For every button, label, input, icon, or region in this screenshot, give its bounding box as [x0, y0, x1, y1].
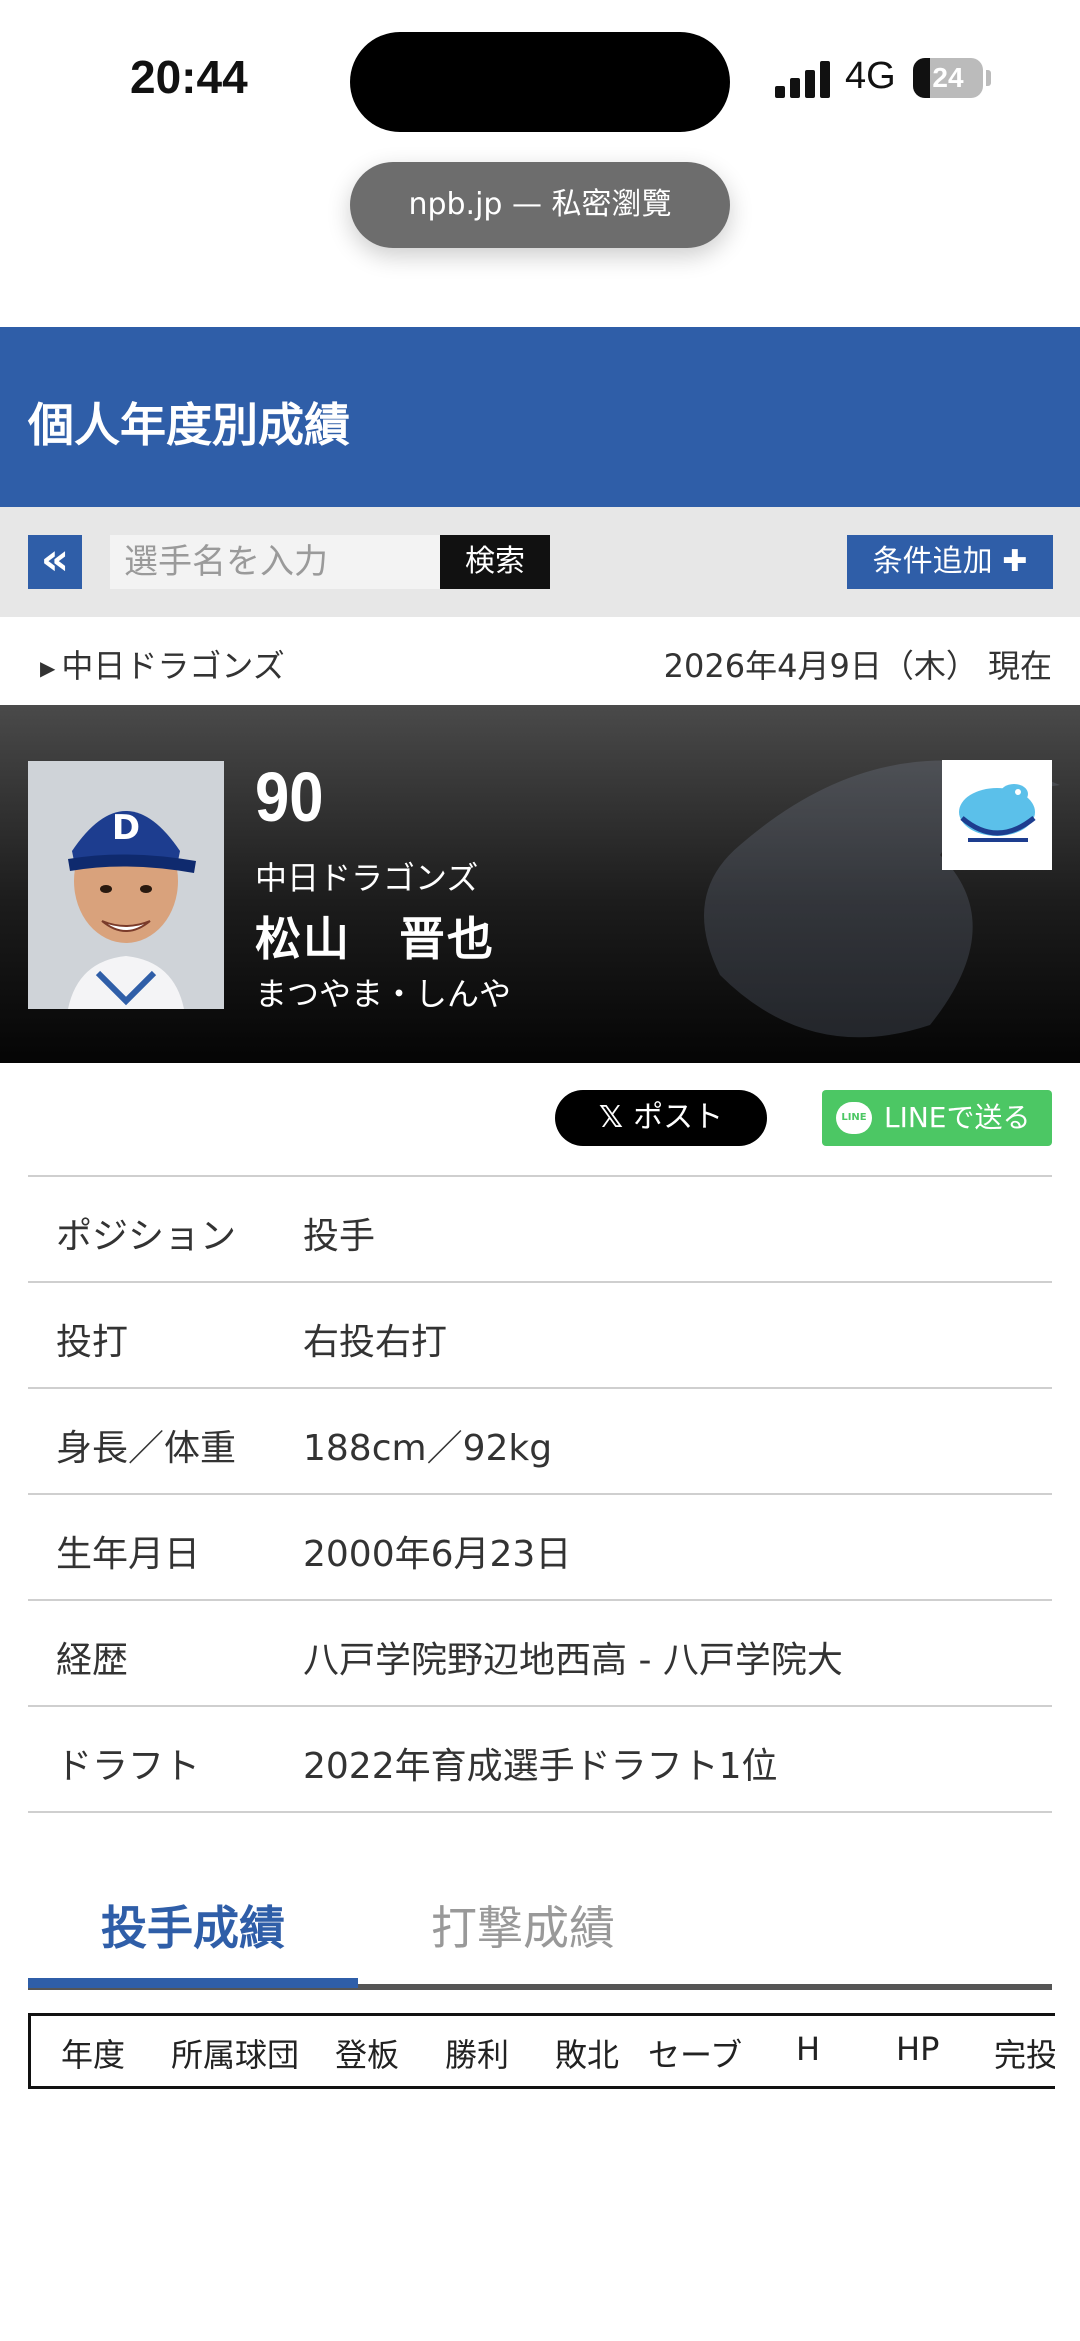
- tab-batting-stats[interactable]: 打撃成績: [358, 1888, 688, 1978]
- profile-row: 生年月日 2000年6月23日: [28, 1495, 1052, 1601]
- profile-value: 2022年育成選手ドラフト1位: [303, 1746, 778, 1787]
- team-date-row: ▶ 中日ドラゴンズ 2026年4月9日（木） 現在: [0, 617, 1080, 705]
- player-banner: D 90 中日ドラゴンズ 松山 晋也 まつやま・しんや: [0, 705, 1080, 1063]
- x-post-button[interactable]: 𝕏 ポスト: [555, 1090, 767, 1146]
- stats-tabs: 投手成績 打撃成績: [28, 1868, 1052, 1990]
- search-button[interactable]: 検索: [440, 535, 550, 589]
- profile-value: 右投右打: [303, 1322, 448, 1363]
- double-chevron-left-icon[interactable]: «: [28, 535, 82, 589]
- battery-cap: [986, 70, 991, 86]
- profile-value: 2000年6月23日: [303, 1534, 572, 1575]
- column-header: 勝利: [445, 2036, 510, 2074]
- x-logo-icon: 𝕏: [598, 1100, 624, 1135]
- profile-key: 投打: [56, 1322, 129, 1363]
- line-logo-icon: LINE: [836, 1102, 872, 1134]
- profile-value: 188cm／92kg: [303, 1428, 553, 1469]
- status-bar: 20:44 4G 24: [0, 0, 1080, 160]
- column-header: セーブ: [648, 2036, 743, 2074]
- add-condition-button[interactable]: 条件追加 ✚: [847, 535, 1053, 589]
- player-name: 松山 晋也: [255, 912, 495, 966]
- column-header: H: [796, 2030, 821, 2068]
- profile-key: 生年月日: [56, 1534, 201, 1575]
- profile-key: ドラフト: [56, 1746, 201, 1787]
- profile-row: 経歴 八戸学院野辺地西高 - 八戸学院大: [28, 1601, 1052, 1707]
- dragons-logo-icon[interactable]: [942, 760, 1052, 870]
- profile-row: 身長／体重 188cm／92kg: [28, 1389, 1052, 1495]
- profile-key: ポジション: [56, 1216, 237, 1257]
- svg-text:D: D: [112, 808, 140, 848]
- player-search-input[interactable]: [110, 535, 440, 589]
- profile-row: ポジション 投手: [28, 1177, 1052, 1283]
- line-share-button[interactable]: LINE LINEで送る: [822, 1090, 1052, 1146]
- player-name-kana: まつやま・しんや: [255, 975, 512, 1013]
- clock: 20:44: [130, 51, 248, 103]
- page-title: 個人年度別成績: [28, 398, 350, 452]
- url-pill[interactable]: npb.jp — 私密瀏覽: [350, 162, 730, 248]
- player-team: 中日ドラゴンズ: [255, 859, 479, 897]
- network-type: 4G: [845, 55, 896, 97]
- x-post-label: ポスト: [633, 1100, 724, 1135]
- dynamic-island: [350, 32, 730, 132]
- column-header: 登板: [335, 2036, 400, 2074]
- page-header: 個人年度別成績: [0, 327, 1080, 507]
- column-header: 年度: [61, 2036, 126, 2074]
- column-header: HP: [896, 2030, 940, 2068]
- profile-row: ドラフト 2022年育成選手ドラフト1位: [28, 1707, 1052, 1813]
- column-header: 敗北: [555, 2036, 620, 2074]
- stats-table-header: 年度 所属球団 登板 勝利 敗北 セーブ H HP 完投: [28, 2013, 1055, 2089]
- battery-percent: 24: [932, 62, 964, 93]
- column-header: 完投: [994, 2036, 1055, 2074]
- current-date: 2026年4月9日（木） 現在: [663, 647, 1052, 685]
- team-link-label: 中日ドラゴンズ: [61, 647, 285, 685]
- profile-value: 投手: [303, 1216, 376, 1257]
- tab-pitching-stats[interactable]: 投手成績: [28, 1888, 358, 1988]
- triangle-right-icon: ▶: [40, 656, 56, 680]
- column-header: 所属球団: [171, 2036, 300, 2074]
- uniform-number: 90: [255, 758, 324, 836]
- line-share-label: LINEで送る: [884, 1101, 1031, 1134]
- search-bar: « 検索 条件追加 ✚: [0, 507, 1080, 617]
- player-photo: D: [28, 761, 224, 1009]
- battery-icon: 24: [913, 58, 983, 98]
- team-link[interactable]: ▶ 中日ドラゴンズ: [40, 641, 285, 687]
- profile-row: 投打 右投右打: [28, 1283, 1052, 1389]
- signal-icon: [775, 60, 831, 98]
- profile-value: 八戸学院野辺地西高 - 八戸学院大: [303, 1640, 843, 1681]
- profile-key: 経歴: [56, 1640, 129, 1681]
- profile-key: 身長／体重: [56, 1428, 237, 1469]
- profile-table: ポジション 投手 投打 右投右打 身長／体重 188cm／92kg 生年月日 2000年…: [28, 1175, 1052, 1813]
